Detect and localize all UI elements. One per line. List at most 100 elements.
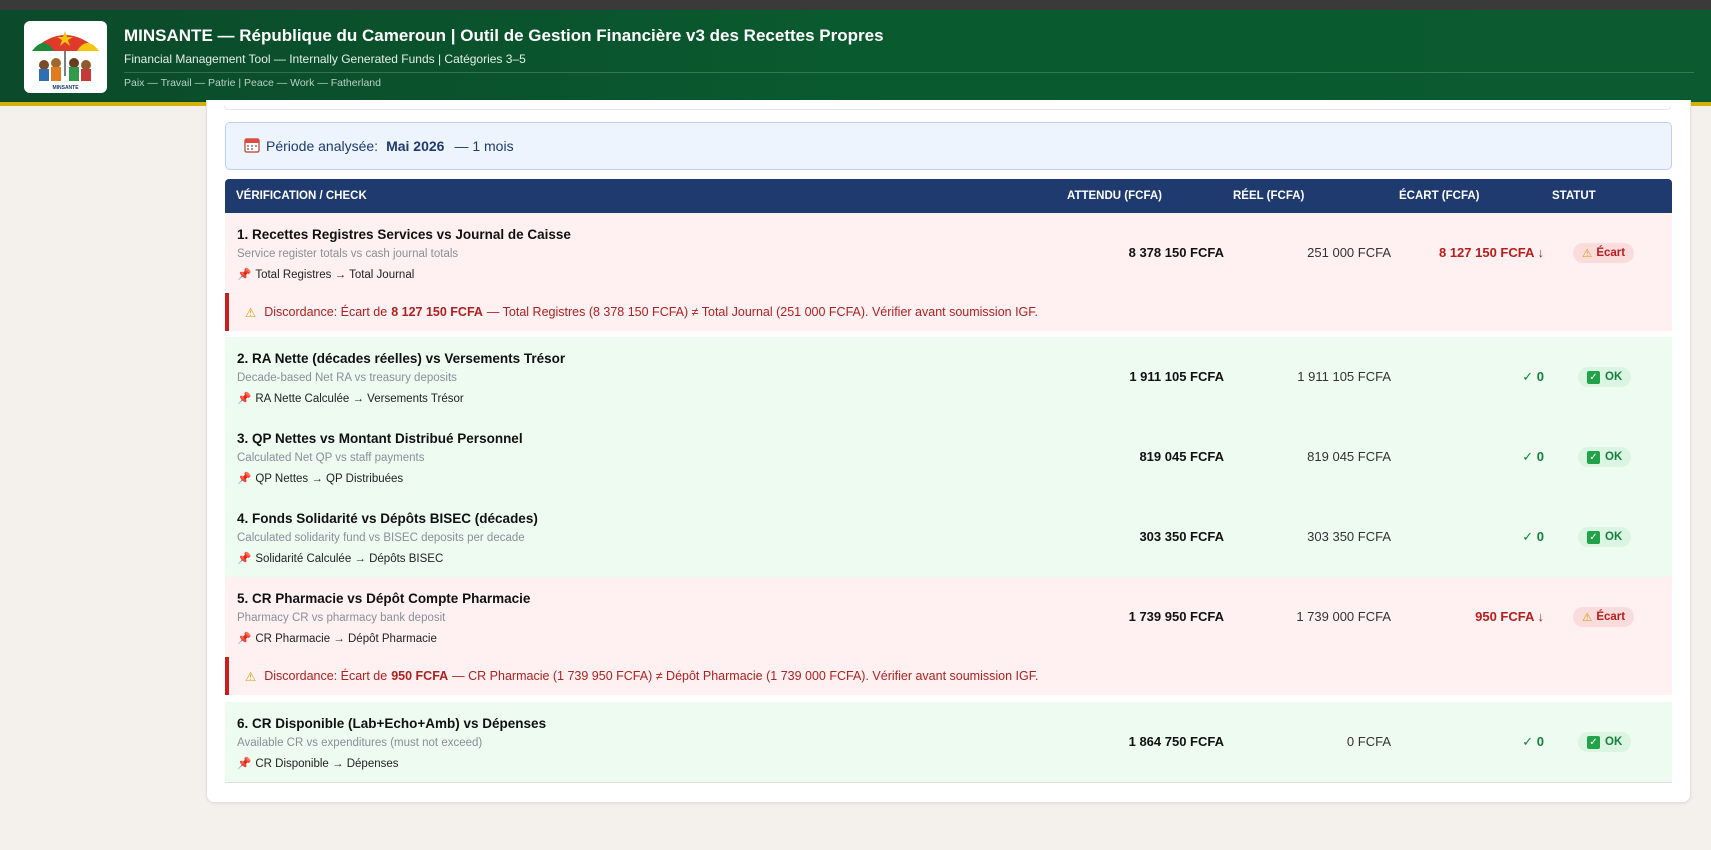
check-mapping: 📌 RA Nette Calculée → Versements Trésor [237,391,464,405]
expected-value: 8 378 150 FCFA [1128,245,1224,260]
status-badge: ✓ OK [1578,732,1632,752]
mapping-text: CR Pharmacie → Dépôt Pharmacie [255,633,437,645]
pushpin-icon: 📌 [237,553,252,565]
discrepancy-amount: 8 127 150 FCFA [391,305,483,319]
check-subtitle: Calculated Net QP vs staff payments [237,452,425,464]
status-badge: ⚠ Écart [1573,243,1635,263]
warning-icon: ⚠ [1582,248,1593,260]
period-duration: — 1 mois [454,138,514,154]
status-text: OK [1605,531,1623,543]
expected-value: 819 045 FCFA [1139,449,1224,464]
checkmark-icon: ✓ [1587,530,1600,544]
pushpin-icon: 📌 [237,393,252,405]
discrepancy-alert: ⚠ Discordance: Écart de 950 FCFA — CR Ph… [225,657,1672,695]
actual-value: 303 350 FCFA [1307,529,1391,544]
status-badge: ✓ OK [1578,527,1632,547]
pushpin-icon: 📌 [237,473,252,485]
table-header: VÉRIFICATION / CHECK ATTENDU (FCFA) RÉEL… [225,179,1672,213]
table-row: 1. Recettes Registres Services vs Journa… [225,213,1672,294]
status-text: Écart [1596,247,1626,259]
pushpin-icon: 📌 [237,633,252,645]
logo-umbrella-icon [32,31,99,81]
expected-value: 1 864 750 FCFA [1128,734,1224,749]
discrepancy-alert: ⚠ Discordance: Écart de 8 127 150 FCFA —… [225,293,1672,331]
table-row: 4. Fonds Solidarité vs Dépôts BISEC (déc… [225,497,1672,578]
mapping-text: QP Nettes → QP Distribuées [255,473,404,485]
col-check: VÉRIFICATION / CHECK [236,190,367,202]
status-badge: ✓ OK [1578,447,1632,467]
check-subtitle: Decade-based Net RA vs treasury deposits [237,372,457,384]
discrepancy-detail: — CR Pharmacie (1 739 950 FCFA) ≠ Dépôt … [452,669,1039,683]
discrepancy-amount: 950 FCFA [391,669,449,683]
expected-value: 1 739 950 FCFA [1128,609,1224,624]
col-status: STATUT [1552,190,1596,202]
mapping-text: Solidarité Calculée → Dépôts BISEC [255,553,444,565]
check-title: 3. QP Nettes vs Montant Distribué Person… [237,431,523,446]
mapping-text: CR Disponible → Dépenses [255,758,399,770]
warning-icon: ⚠ [1582,612,1593,624]
browser-top-strip [0,0,1711,10]
check-subtitle: Service register totals vs cash journal … [237,248,459,260]
discrepancy-prefix: Discordance: Écart de [264,305,388,319]
status-text: OK [1605,736,1623,748]
check-mapping: 📌 Total Registres → Total Journal [237,267,414,281]
checkmark-icon: ✓ [1587,735,1600,749]
gap-value: ✓ 0 [1522,734,1544,749]
previous-panel-edge [224,106,1671,110]
period-month: Mai 2026 [386,138,445,154]
status-badge: ✓ OK [1578,367,1632,387]
warning-icon: ⚠ [245,669,257,684]
app-subtitle: Financial Management Tool — Internally G… [124,52,526,66]
gap-value: 950 FCFA ↓ [1475,609,1544,624]
warning-icon: ⚠ [245,305,257,320]
period-banner: Période analysée: Mai 2026 — 1 mois [225,122,1672,170]
table-row: 6. CR Disponible (Lab+Echo+Amb) vs Dépen… [225,702,1672,783]
check-subtitle: Pharmacy CR vs pharmacy bank deposit [237,612,446,624]
calendar-icon [244,137,260,156]
app-header: MINSANTE MINSANTE — République du Camero… [0,10,1711,106]
expected-value: 303 350 FCFA [1139,529,1224,544]
check-mapping: 📌 CR Pharmacie → Dépôt Pharmacie [237,631,437,645]
actual-value: 0 FCFA [1346,734,1391,749]
gap-value: 8 127 150 FCFA ↓ [1438,245,1544,260]
status-text: OK [1605,371,1623,383]
table-row: 3. QP Nettes vs Montant Distribué Person… [225,417,1672,498]
col-actual: RÉEL (FCFA) [1233,190,1305,202]
app-motto: Paix — Travail — Patrie | Peace — Work —… [124,77,381,89]
status-text: Écart [1596,611,1626,623]
checkmark-icon: ✓ [1587,370,1600,384]
check-mapping: 📌 Solidarité Calculée → Dépôts BISEC [237,551,443,565]
discrepancy-detail: — Total Registres (8 378 150 FCFA) ≠ Tot… [486,305,1039,319]
pushpin-icon: 📌 [237,269,252,281]
col-gap: ÉCART (FCFA) [1399,190,1480,202]
col-expected: ATTENDU (FCFA) [1067,190,1162,202]
discrepancy-prefix: Discordance: Écart de [264,669,388,683]
table-row: 2. RA Nette (décades réelles) vs Verseme… [225,337,1672,418]
gap-value: ✓ 0 [1522,369,1544,384]
header-divider [124,72,1694,73]
status-text: OK [1605,451,1623,463]
mapping-text: Total Registres → Total Journal [255,269,415,281]
checkmark-icon: ✓ [1587,450,1600,464]
gap-value: ✓ 0 [1522,449,1544,464]
check-mapping: 📌 QP Nettes → QP Distribuées [237,471,403,485]
actual-value: 1 739 000 FCFA [1296,609,1391,624]
check-subtitle: Calculated solidarity fund vs BISEC depo… [237,532,525,544]
minsante-logo: MINSANTE [24,21,107,93]
check-subtitle: Available CR vs expenditures (must not e… [237,737,483,749]
period-label: Période analysée: [266,138,379,154]
mapping-text: RA Nette Calculée → Versements Trésor [255,393,464,405]
logo-text: MINSANTE [52,85,79,91]
expected-value: 1 911 105 FCFA [1129,369,1224,384]
status-badge: ⚠ Écart [1573,607,1635,627]
check-title: 2. RA Nette (décades réelles) vs Verseme… [237,351,566,366]
actual-value: 251 000 FCFA [1307,245,1391,260]
app-title: MINSANTE — République du Cameroun | Outi… [124,26,884,45]
gap-value: ✓ 0 [1522,529,1544,544]
actual-value: 1 911 105 FCFA [1297,369,1391,384]
actual-value: 819 045 FCFA [1307,449,1391,464]
pushpin-icon: 📌 [237,758,252,770]
table-row: 5. CR Pharmacie vs Dépôt Compte Pharmaci… [225,577,1672,658]
check-title: 1. Recettes Registres Services vs Journa… [237,227,571,242]
check-mapping: 📌 CR Disponible → Dépenses [237,756,399,770]
